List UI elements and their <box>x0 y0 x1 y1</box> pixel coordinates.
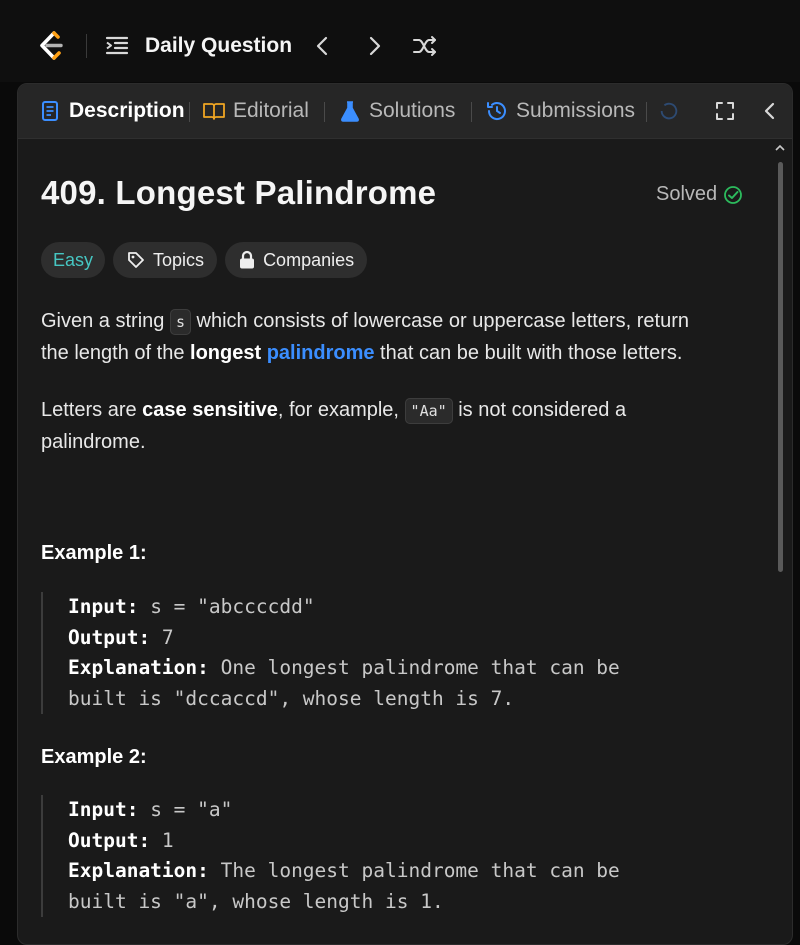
tab-solutions[interactable]: Solutions <box>338 84 455 138</box>
tab-divider <box>189 102 190 122</box>
input-value: s = "abccccdd" <box>138 595 315 618</box>
output-value: 1 <box>150 828 174 852</box>
tab-divider <box>471 102 472 122</box>
tab-submissions[interactable]: Submissions <box>485 84 635 138</box>
text: that can be built with those letters. <box>374 342 683 364</box>
bold-text: longest <box>190 342 262 364</box>
example-1-heading: Example 1: <box>41 542 147 564</box>
divider <box>86 34 87 58</box>
tab-editorial[interactable]: Editorial <box>202 84 309 138</box>
tag-icon <box>128 252 144 268</box>
input-value: s = "a" <box>138 798 233 821</box>
explanation-label: Explanation: <box>68 656 209 679</box>
history-icon[interactable] <box>658 100 680 122</box>
explanation-label: Explanation: <box>68 859 209 882</box>
output-label: Output: <box>68 625 151 649</box>
expand-icon[interactable] <box>713 99 737 123</box>
explanation-text: One longest palindrome that can be <box>208 656 620 679</box>
inline-code: s <box>169 309 191 335</box>
output-value: 7 <box>150 625 174 649</box>
leetcode-logo-icon[interactable] <box>34 29 68 63</box>
description-paragraph-2: Letters are case sensitive, for example,… <box>41 395 761 458</box>
text: palindrome. <box>41 431 146 453</box>
description-icon <box>42 101 58 121</box>
palindrome-link[interactable]: palindrome <box>267 342 375 364</box>
tab-label: Solutions <box>369 99 456 122</box>
tab-description[interactable]: Description <box>38 84 185 138</box>
scroll-thumb[interactable] <box>778 162 783 572</box>
text: Given a string <box>41 310 170 332</box>
text: , for example, <box>277 399 405 421</box>
example-2-heading: Example 2: <box>41 746 147 768</box>
lock-icon <box>240 250 255 269</box>
example-1-block: Input: s = "abccccdd" Output: 7 Explanat… <box>41 592 620 714</box>
chevron-left-icon[interactable] <box>758 99 782 123</box>
explanation-text: The longest palindrome that can be <box>208 859 620 882</box>
top-bar: Daily Question <box>0 0 800 82</box>
difficulty-badge: Easy <box>41 242 106 278</box>
book-icon <box>203 103 225 120</box>
input-label: Input: <box>68 798 139 821</box>
tab-divider <box>324 102 325 122</box>
companies-label: Companies <box>263 249 355 270</box>
shuffle-icon[interactable] <box>410 31 440 61</box>
explanation-text: built is "dccaccd", whose length is 7. <box>68 686 515 710</box>
tag-chips: Easy Topics Companies <box>41 242 368 278</box>
text: which consists of lowercase or uppercase… <box>190 310 689 332</box>
input-label: Input: <box>68 595 139 618</box>
topics-button[interactable]: Topics <box>113 242 218 278</box>
description-paragraph-1: Given a string s which consists of lower… <box>41 306 761 369</box>
daily-question-title[interactable]: Daily Question <box>145 31 292 61</box>
example-2-block: Input: s = "a" Output: 1 Explanation: Th… <box>41 795 620 917</box>
tab-label: Editorial <box>233 99 309 122</box>
text: the length of the <box>41 342 191 364</box>
output-label: Output: <box>68 828 151 852</box>
flask-icon <box>341 101 359 122</box>
scroll-up-icon[interactable] <box>774 142 786 154</box>
scrollbar[interactable] <box>774 142 786 942</box>
text: Letters are <box>41 399 143 421</box>
check-circle-icon <box>724 185 743 204</box>
bold-text: case sensitive <box>142 399 278 421</box>
tab-label: Description <box>69 99 185 122</box>
text: is not considered a <box>452 399 627 421</box>
topics-label: Topics <box>153 249 205 270</box>
problem-title[interactable]: 409. Longest Palindrome <box>41 174 436 212</box>
chevron-right-icon[interactable] <box>360 31 390 61</box>
explanation-text: built is "a", whose length is 1. <box>68 889 444 913</box>
problem-list-icon[interactable] <box>104 33 130 59</box>
description-panel: Description Editorial Solutions Submissi… <box>17 83 793 945</box>
tab-divider <box>646 102 647 122</box>
inline-code: "Aa" <box>404 398 453 424</box>
tab-bar: Description Editorial Solutions Submissi… <box>18 84 792 139</box>
solved-label: Solved <box>656 183 718 205</box>
history-icon <box>487 102 506 120</box>
solved-status: Solved <box>656 183 743 206</box>
chevron-left-icon[interactable] <box>307 31 337 61</box>
companies-button[interactable]: Companies <box>225 242 368 278</box>
tab-label: Submissions <box>516 99 636 122</box>
